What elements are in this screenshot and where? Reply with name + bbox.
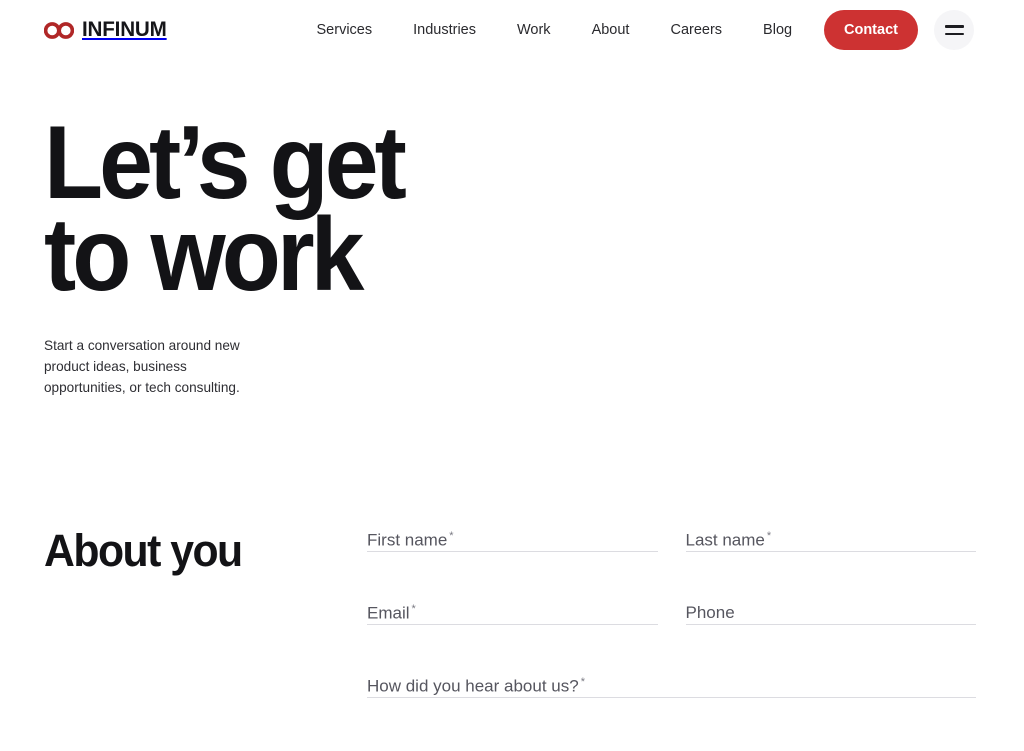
nav-item-work[interactable]: Work bbox=[517, 22, 551, 38]
nav-item-blog-wrap: Blog bbox=[743, 21, 813, 39]
main-navigation: Services Industries Work About Careers B… bbox=[296, 0, 813, 60]
hero-section: Let’s get to work Start a conversation a… bbox=[44, 105, 474, 398]
section-title-about-you: About you bbox=[44, 525, 243, 576]
email-input[interactable] bbox=[367, 585, 658, 625]
contact-button[interactable]: Contact bbox=[824, 10, 918, 50]
nav-item-services[interactable]: Services bbox=[317, 22, 373, 38]
nav-item-careers[interactable]: Careers bbox=[670, 22, 722, 38]
phone-input[interactable] bbox=[685, 585, 976, 625]
field-how-did-you-hear: How did you hear about us? * bbox=[367, 658, 976, 731]
first-name-input[interactable] bbox=[367, 512, 658, 552]
page-title: Let’s get to work bbox=[44, 105, 407, 313]
form-row-contact: Email * Phone bbox=[367, 585, 976, 658]
field-phone: Phone bbox=[685, 585, 976, 658]
site-header: INFINUM Services Industries Work About C… bbox=[0, 0, 1024, 60]
hamburger-menu-icon-bar-2 bbox=[944, 32, 964, 35]
hamburger-menu-icon-bar-1 bbox=[944, 25, 964, 28]
form-row-referral: How did you hear about us? * bbox=[367, 658, 976, 731]
form-row-name: First name * Last name * bbox=[367, 512, 976, 585]
last-name-input[interactable] bbox=[685, 512, 976, 552]
how-did-you-hear-input[interactable] bbox=[367, 658, 976, 698]
nav-item-blog[interactable]: Blog bbox=[763, 22, 792, 38]
infinity-icon bbox=[44, 21, 74, 39]
nav-item-about-wrap: About bbox=[571, 21, 650, 39]
nav-item-careers-wrap: Careers bbox=[650, 21, 743, 39]
nav-item-services-wrap: Services bbox=[296, 21, 393, 39]
logo-wordmark: INFINUM bbox=[82, 17, 167, 42]
hamburger-menu-button[interactable] bbox=[934, 10, 974, 50]
nav-item-industries-wrap: Industries bbox=[393, 21, 497, 39]
field-first-name: First name * bbox=[367, 512, 658, 585]
field-email: Email * bbox=[367, 585, 658, 658]
hero-subtitle: Start a conversation around new product … bbox=[44, 338, 240, 396]
contact-page: INFINUM Services Industries Work About C… bbox=[0, 0, 1024, 751]
field-last-name: Last name * bbox=[685, 512, 976, 585]
infinum-logo[interactable]: INFINUM bbox=[44, 16, 170, 44]
contact-form: First name * Last name * Email * Phone H… bbox=[367, 512, 976, 731]
nav-item-industries[interactable]: Industries bbox=[413, 22, 476, 38]
nav-item-work-wrap: Work bbox=[496, 21, 571, 39]
nav-item-about[interactable]: About bbox=[592, 22, 630, 38]
